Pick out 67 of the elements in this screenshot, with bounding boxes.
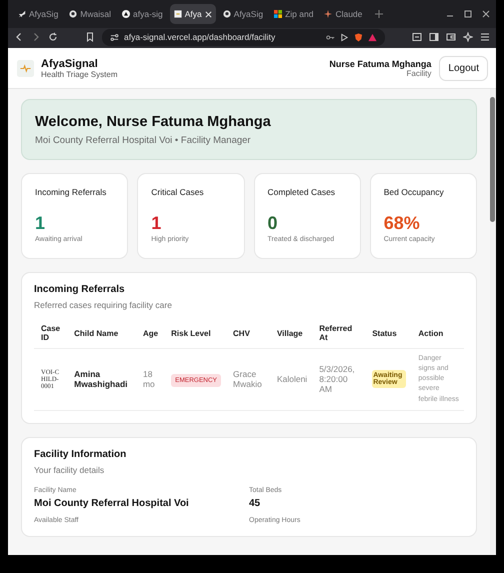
column-header: CHV (226, 320, 270, 348)
section-title: Incoming Referrals (34, 284, 126, 295)
triangle-icon[interactable] (368, 32, 377, 42)
maximize-icon[interactable] (464, 10, 472, 18)
column-header: Status (365, 320, 412, 348)
logout-button[interactable]: Logout (439, 56, 488, 80)
browser-tab[interactable]: Zip and (270, 4, 318, 24)
welcome-subtitle: Moi County Referral Hospital Voi • Facility Manager (35, 135, 252, 146)
play-icon (340, 32, 349, 42)
stat-label: Incoming Referrals (35, 187, 108, 197)
stat-value: 68% (384, 214, 421, 232)
address-bar[interactable]: afya-signal.vercel.app/dashboard/facility (102, 28, 385, 46)
menu-icon[interactable] (480, 32, 490, 42)
user-role: Facility (406, 68, 432, 78)
child-name: Amina Mwashighadi (74, 369, 128, 390)
app-name: AfyaSignal (41, 58, 99, 70)
app-tagline: Health Triage System (41, 70, 118, 78)
welcome-title: Welcome, Nurse Fatuma Mghanga (35, 114, 272, 130)
stat-label: Completed Cases (268, 187, 336, 197)
stat-label: Bed Occupancy (384, 187, 445, 197)
browser-tab[interactable]: AfyaSig (218, 4, 268, 24)
pulse-logo-icon (17, 60, 34, 76)
stat-value: 1 (151, 214, 162, 232)
section-subtitle: Your facility details (34, 464, 106, 475)
starburst-icon (324, 10, 332, 18)
field-value: 45 (249, 498, 262, 509)
triangle-icon (122, 10, 130, 18)
scrollbar-thumb[interactable] (490, 97, 495, 222)
column-header: Child Name (67, 320, 136, 348)
column-header: Risk Level (164, 320, 226, 348)
age: 18 mo (142, 369, 155, 390)
browser-tab[interactable]: AfyaSig (14, 4, 62, 24)
column-header: Referred At (312, 320, 366, 348)
browser-tab[interactable]: Mwaisal (65, 4, 115, 24)
column-header: Village (270, 320, 312, 348)
field-value: Moi County Referral Hospital Voi (34, 498, 190, 509)
site-settings-icon (110, 32, 119, 42)
scrollbar[interactable] (490, 89, 496, 555)
page-icon (174, 10, 182, 18)
back-icon[interactable] (14, 32, 24, 42)
browser-tab[interactable]: Afya (170, 4, 216, 24)
chv-name: Grace Mwakio (233, 369, 262, 390)
new-tab-icon[interactable] (375, 10, 384, 18)
browser-tab[interactable]: Claude (320, 4, 366, 24)
reader-icon[interactable] (412, 32, 422, 42)
village: Kaloleni (276, 374, 308, 384)
stat-value: 0 (268, 214, 279, 232)
stat-label: Critical Cases (151, 187, 205, 197)
close-icon[interactable] (482, 10, 490, 18)
sparkle-icon[interactable] (463, 32, 473, 42)
column-header: Age (136, 320, 164, 348)
sidebar-icon[interactable] (429, 32, 439, 42)
reload-icon[interactable] (48, 32, 58, 42)
squares-icon (274, 10, 282, 18)
section-title: Facility Information (34, 448, 128, 460)
column-header: Action (411, 320, 464, 348)
column-header: Case ID (34, 320, 68, 348)
user-name: Nurse Fatuma Mghanga (329, 58, 432, 68)
bookmark-icon[interactable] (85, 32, 95, 42)
referred-at: 5/3/2026, 8:20:00 AM (319, 364, 355, 394)
lion-shield-icon[interactable] (354, 32, 363, 42)
key-icon (326, 32, 335, 42)
stat-value: 1 (35, 214, 46, 232)
section-subtitle: Referred cases requiring facility care (34, 300, 173, 310)
browser-tab[interactable]: afya-sig (118, 4, 167, 24)
forward-icon[interactable] (31, 32, 41, 42)
wallet-icon[interactable] (446, 32, 456, 42)
